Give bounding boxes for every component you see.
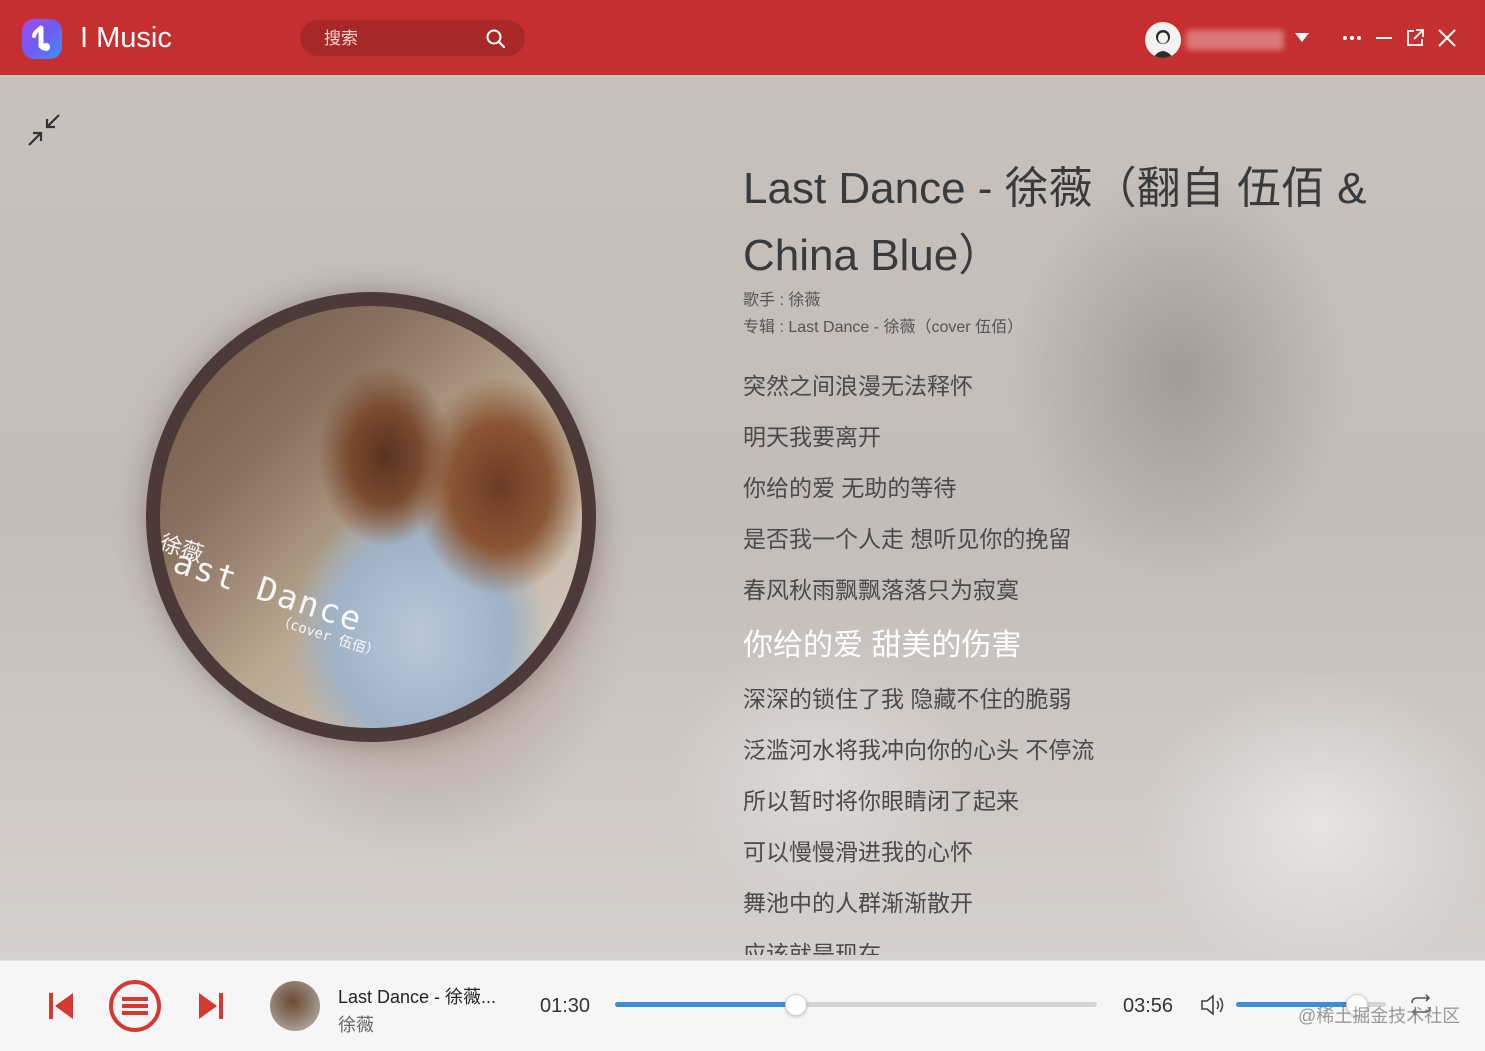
current-time: 01:30 [540, 995, 591, 1017]
lyric-line[interactable]: 是否我一个人走 想听见你的挽留 [743, 518, 1383, 569]
song-singer: 歌手 : 徐薇 [743, 292, 821, 309]
song-title: Last Dance - 徐薇（翻自 伍佰 & China Blue） [743, 164, 1367, 280]
total-time: 03:56 [1123, 995, 1174, 1017]
lyric-line[interactable]: 你给的爱 甜美的伤害 [743, 620, 1383, 678]
lyric-line[interactable]: 春风秋雨飘飘落落只为寂寞 [743, 569, 1383, 620]
previous-track-icon[interactable] [48, 991, 74, 1021]
progress-handle[interactable] [785, 994, 808, 1016]
lyrics-panel[interactable]: 突然之间浪漫无法释怀 明天我要离开 你给的爱 无助的等待 是否我一个人走 想听见你的挽… [743, 365, 1383, 955]
cover-title-text: ast Dance [168, 541, 369, 640]
now-playing-thumbnail[interactable] [270, 981, 320, 1031]
popout-icon[interactable] [1405, 28, 1425, 48]
avatar[interactable] [1145, 22, 1181, 58]
now-playing-view: 徐薇 ast Dance （cover 伍佰） Last Dance - 徐薇（… [0, 75, 1485, 960]
now-playing-title[interactable]: Last Dance - 徐薇... [338, 983, 508, 1009]
lyric-line[interactable]: 舞池中的人群渐渐散开 [743, 882, 1383, 933]
lyric-line[interactable]: 所以暂时将你眼睛闭了起来 [743, 780, 1383, 831]
lyric-line[interactable]: 深深的锁住了我 隐藏不住的脆弱 [743, 678, 1383, 729]
progress-fill [615, 1002, 796, 1007]
song-album: 专辑 : Last Dance - 徐薇（cover 伍佰） [743, 319, 1024, 336]
search-input[interactable] [322, 26, 476, 52]
collapse-icon[interactable] [26, 112, 62, 148]
lyric-line[interactable]: 突然之间浪漫无法释怀 [743, 365, 1383, 416]
pause-icon[interactable] [108, 979, 162, 1033]
app-logo-icon [22, 19, 62, 59]
album-cover-image: 徐薇 ast Dance （cover 伍佰） [160, 306, 582, 728]
lyric-line[interactable]: 可以慢慢滑进我的心怀 [743, 831, 1383, 882]
chevron-down-icon[interactable] [1294, 32, 1310, 44]
now-playing-artist[interactable]: 徐薇 [338, 1011, 374, 1037]
album-disc: 徐薇 ast Dance （cover 伍佰） [146, 292, 596, 742]
more-icon[interactable] [1342, 34, 1362, 42]
lyric-line[interactable]: 你给的爱 无助的等待 [743, 467, 1383, 518]
next-track-icon[interactable] [198, 991, 224, 1021]
lyric-line[interactable]: 泛滥河水将我冲向你的心头 不停流 [743, 729, 1383, 780]
lyric-line[interactable]: 明天我要离开 [743, 416, 1383, 467]
title-bar: I Music [0, 0, 1485, 75]
minimize-icon[interactable] [1374, 28, 1394, 48]
search-icon[interactable] [485, 28, 507, 50]
watermark: @稀土掘金技术社区 [1298, 1006, 1461, 1026]
player-bar: Last Dance - 徐薇... 徐薇 01:30 03:56 @稀土掘金技… [0, 960, 1485, 1051]
username-blurred[interactable] [1186, 30, 1284, 50]
app-title: I Music [80, 22, 172, 54]
lyric-line[interactable]: 应该就是现在 [743, 933, 1383, 955]
volume-icon[interactable] [1200, 993, 1226, 1017]
progress-slider[interactable] [615, 994, 1097, 1016]
close-icon[interactable] [1437, 28, 1457, 48]
